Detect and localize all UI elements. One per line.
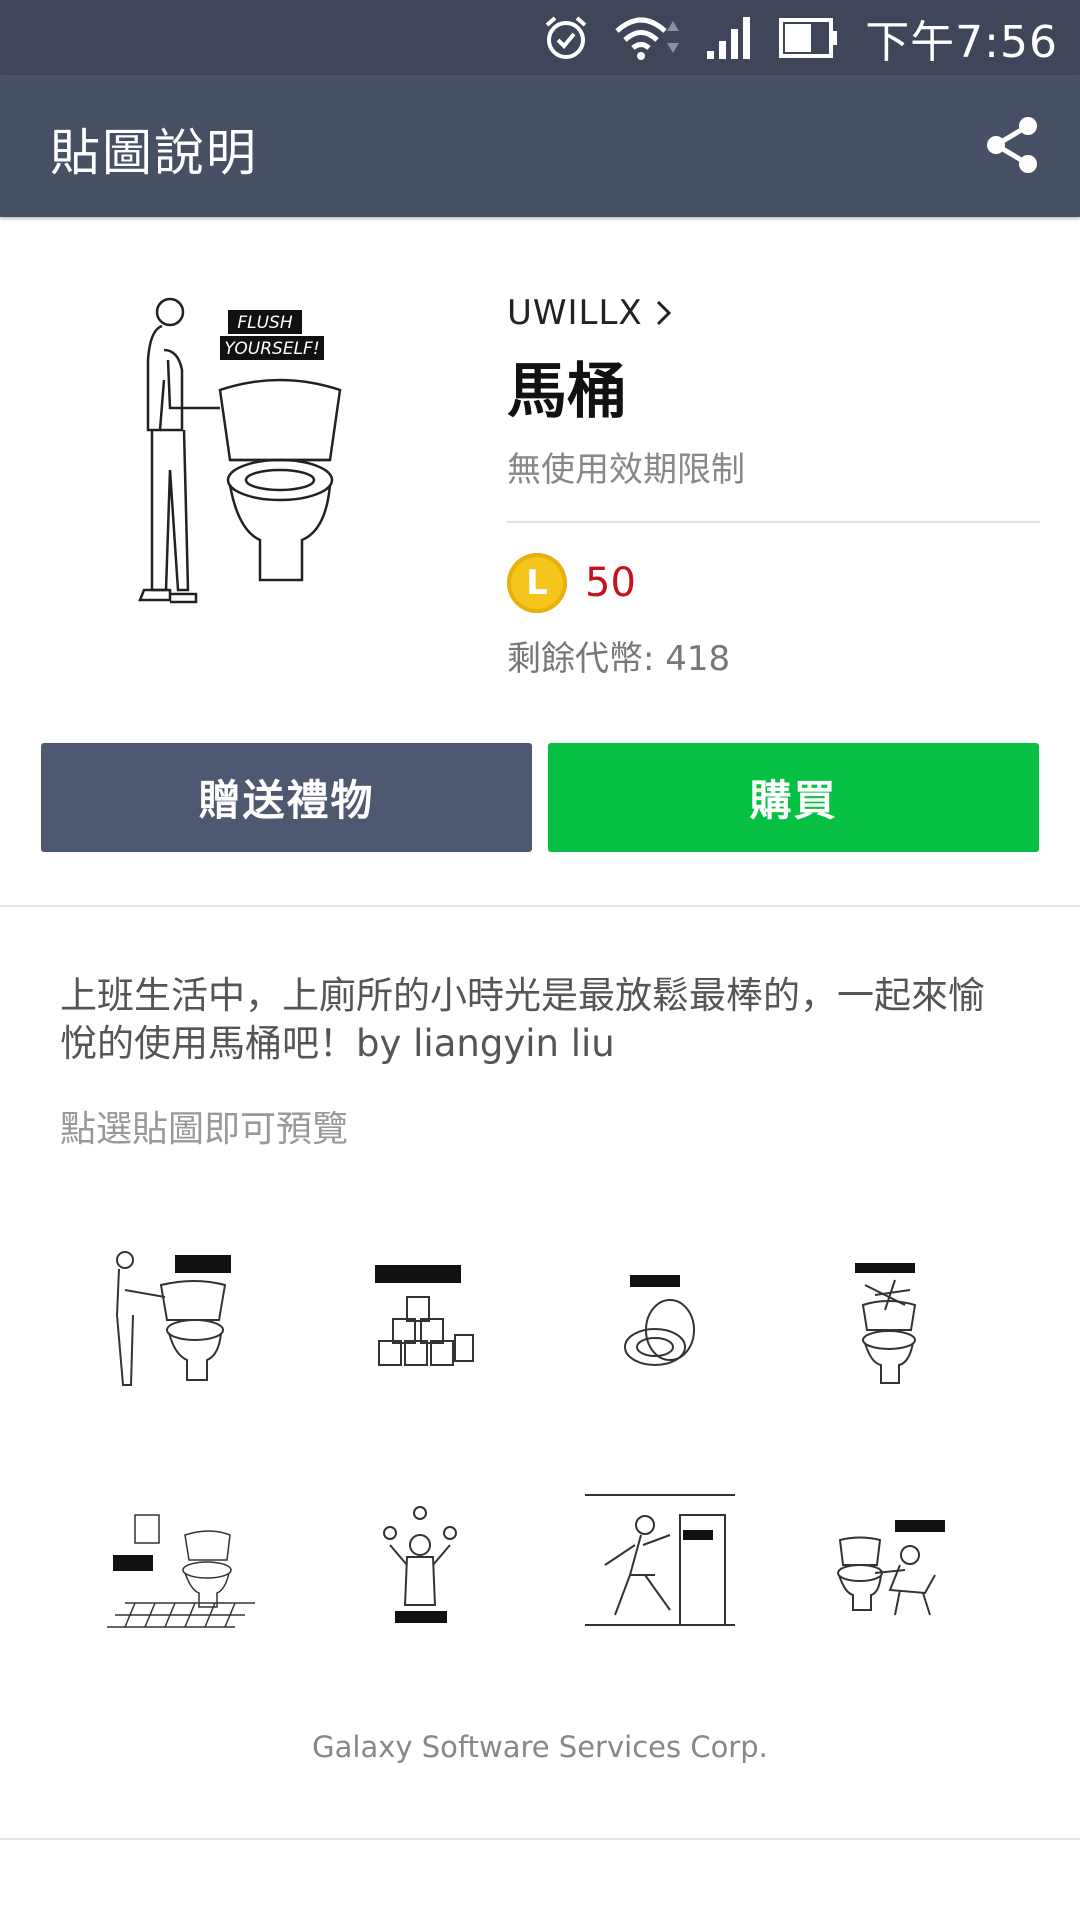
be-polite-sticker[interactable]: [540, 1200, 780, 1440]
copyright-text: Galaxy Software Services Corp.: [312, 1730, 768, 1764]
buy-button[interactable]: 購買: [548, 743, 1039, 852]
chevron-right-icon: [655, 299, 673, 327]
wifi-icon: [613, 13, 683, 63]
product-info: UWILLX 馬桶 無使用效期限制 L 50 剩餘代幣: 418: [507, 293, 1040, 680]
alarm-icon: [541, 13, 591, 63]
coin-balance: 剩餘代幣: 418: [507, 639, 731, 679]
flush-yourself-sticker[interactable]: [60, 1200, 300, 1440]
signal-icon: [705, 15, 757, 61]
gift-button[interactable]: 贈送禮物: [41, 743, 532, 852]
divider: [0, 905, 1080, 907]
price-row: L 50: [507, 553, 1040, 613]
hero-sign-line2: YOURSELF!: [224, 339, 319, 359]
hero-sign-line1: FLUSH: [237, 313, 292, 333]
price: 50: [585, 560, 636, 606]
page-title: 貼圖說明: [50, 124, 258, 182]
sticker-title: 馬桶: [507, 357, 627, 427]
show-time-sticker[interactable]: [300, 1440, 540, 1680]
author-name: UWILLX: [507, 293, 643, 333]
just-cant-sticker[interactable]: [780, 1440, 1020, 1680]
divider: [0, 1838, 1080, 1840]
sticker-description: 上班生活中，上廁所的小時光是最放鬆最棒的，一起來愉悅的使用馬桶吧！by lian…: [60, 974, 985, 1065]
share-icon[interactable]: [984, 115, 1040, 175]
im-working-sticker[interactable]: [780, 1200, 1020, 1440]
battery-icon: [779, 17, 839, 59]
author-link[interactable]: UWILLX: [507, 293, 1040, 333]
app-header: 貼圖說明: [0, 75, 1080, 217]
perfect-day-sticker[interactable]: [60, 1440, 300, 1680]
feel-rich-sticker[interactable]: [300, 1200, 540, 1440]
clock: 下午7:56: [865, 16, 1058, 68]
coin-icon: L: [507, 553, 567, 613]
divider: [507, 521, 1040, 523]
sticker-main-image: FLUSH YOURSELF!: [130, 290, 390, 640]
validity-text: 無使用效期限制: [507, 450, 745, 490]
status-bar: 下午7:56: [0, 0, 1080, 75]
done-sticker[interactable]: [540, 1440, 780, 1680]
preview-hint: 點選貼圖即可預覽: [60, 1109, 349, 1150]
sticker-grid: [60, 1200, 1020, 1680]
